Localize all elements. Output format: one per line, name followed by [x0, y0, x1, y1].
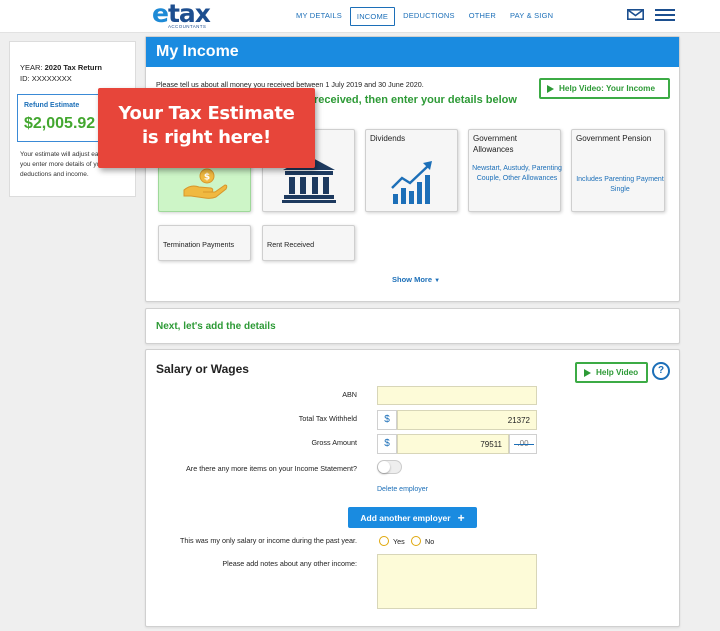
question-icon[interactable]: ? — [652, 362, 670, 380]
gross-amount-currency: $ — [377, 434, 397, 454]
main-nav: MY DETAILS INCOME DEDUCTIONS OTHER PAY &… — [290, 7, 561, 26]
my-income-panel: My Income Please tell us about all money… — [145, 36, 680, 302]
only-income-yes-label: Yes — [393, 537, 405, 546]
gross-amount-input[interactable] — [397, 434, 509, 454]
nav-other[interactable]: OTHER — [463, 7, 502, 26]
gross-amount-label: Gross Amount — [311, 438, 357, 447]
chart-up-icon — [391, 161, 432, 204]
caret-down-icon: ▼ — [434, 278, 441, 284]
money-hand-icon: $ — [183, 168, 228, 199]
refund-label: Refund Estimate — [24, 102, 80, 109]
callout-line-1: Your Tax Estimate — [118, 103, 295, 124]
other-income-notes[interactable] — [377, 554, 537, 609]
income-header: My Income — [146, 37, 679, 67]
only-income-label: This was my only salary or income during… — [180, 536, 357, 545]
add-employer-label: Add another employer — [360, 512, 451, 523]
add-employer-button[interactable]: Add another employer + — [348, 507, 477, 528]
tile-termination-payments-title: Termination Payments — [163, 240, 235, 249]
show-more-label: Show More — [392, 275, 433, 284]
tile-government-pension[interactable]: Government Pension Includes Parenting Pa… — [571, 129, 665, 212]
year-value: 2020 Tax Return — [44, 63, 102, 72]
year-prefix: YEAR: — [20, 63, 43, 72]
id-value: XXXXXXXX — [31, 74, 72, 83]
tax-withheld-currency: $ — [377, 410, 397, 430]
tile-government-allowances[interactable]: Government Allowances Newstart, Austudy,… — [468, 129, 562, 212]
play-icon — [547, 84, 554, 93]
only-income-no-radio[interactable] — [411, 536, 421, 546]
abn-input[interactable] — [377, 386, 537, 405]
gross-amount-cents: .00 — [509, 434, 537, 454]
tile-termination-payments[interactable]: Termination Payments — [158, 225, 251, 261]
svg-text:$: $ — [204, 173, 210, 183]
salary-wages-panel: Salary or Wages Help Video ? ABN Total T… — [145, 349, 680, 627]
id-prefix: ID: — [20, 74, 30, 83]
more-items-toggle[interactable] — [377, 460, 402, 474]
top-navigation-bar: etax ACCOUNTANTS MY DETAILS INCOME DEDUC… — [0, 0, 720, 33]
delete-employer-link[interactable]: Delete employer — [377, 486, 428, 493]
refund-amount: $2,005.92 — [24, 115, 96, 132]
toggle-knob — [378, 461, 390, 473]
income-headline: received, then enter your details below — [314, 94, 517, 106]
tax-year-info: YEAR: 2020 Tax Return ID: XXXXXXXX — [20, 62, 102, 84]
tile-government-pension-sub: Includes Parenting Payment Single — [576, 176, 664, 193]
tax-withheld-input[interactable] — [397, 410, 537, 430]
etax-logo[interactable]: etax ACCOUNTANTS — [152, 0, 212, 30]
only-income-no-label: No — [425, 537, 435, 546]
tile-rent-received[interactable]: Rent Received — [262, 225, 355, 261]
tile-government-allowances-sub: Newstart, Austudy, Parenting Couple, Oth… — [472, 165, 562, 182]
plus-icon: + — [457, 510, 465, 525]
menu-icon[interactable] — [655, 9, 675, 21]
cents-strike — [514, 444, 534, 445]
tile-government-allowances-title: Government Allowances — [473, 134, 518, 154]
only-income-yes-radio[interactable] — [379, 536, 389, 546]
notes-label: Please add notes about any other income: — [222, 559, 357, 568]
salary-title: Salary or Wages — [156, 362, 249, 376]
tile-government-pension-title: Government Pension — [576, 134, 652, 143]
abn-label: ABN — [342, 390, 357, 399]
nav-deductions[interactable]: DEDUCTIONS — [397, 7, 461, 26]
tile-rent-received-title: Rent Received — [267, 240, 315, 249]
nav-income[interactable]: INCOME — [349, 7, 396, 26]
logo-subtitle: ACCOUNTANTS — [168, 24, 207, 29]
show-more-link[interactable]: Show More ▼ — [392, 275, 440, 284]
help-video-income-button[interactable]: Help Video: Your Income — [539, 78, 670, 99]
nav-my-details[interactable]: MY DETAILS — [290, 7, 348, 26]
tile-dividends[interactable]: Dividends — [365, 129, 458, 212]
help-video-salary-button[interactable]: Help Video — [575, 362, 648, 383]
next-details-panel: Next, let's add the details — [145, 308, 680, 344]
mail-icon[interactable] — [627, 9, 644, 20]
play-icon — [584, 368, 591, 377]
nav-pay-sign[interactable]: PAY & SIGN — [504, 7, 559, 26]
more-items-label: Are there any more items on your Income … — [186, 464, 357, 473]
callout-line-2: is right here! — [142, 127, 271, 148]
help-video-income-label: Help Video: Your Income — [559, 84, 655, 93]
tax-estimate-callout: Your Tax Estimate is right here! — [98, 88, 315, 168]
tax-withheld-label: Total Tax Withheld — [298, 414, 357, 423]
logo-e: e — [152, 0, 169, 28]
help-video-salary-label: Help Video — [596, 368, 639, 377]
page-title: My Income — [156, 43, 239, 60]
next-details-heading: Next, let's add the details — [156, 321, 276, 332]
tile-dividends-title: Dividends — [370, 134, 406, 143]
